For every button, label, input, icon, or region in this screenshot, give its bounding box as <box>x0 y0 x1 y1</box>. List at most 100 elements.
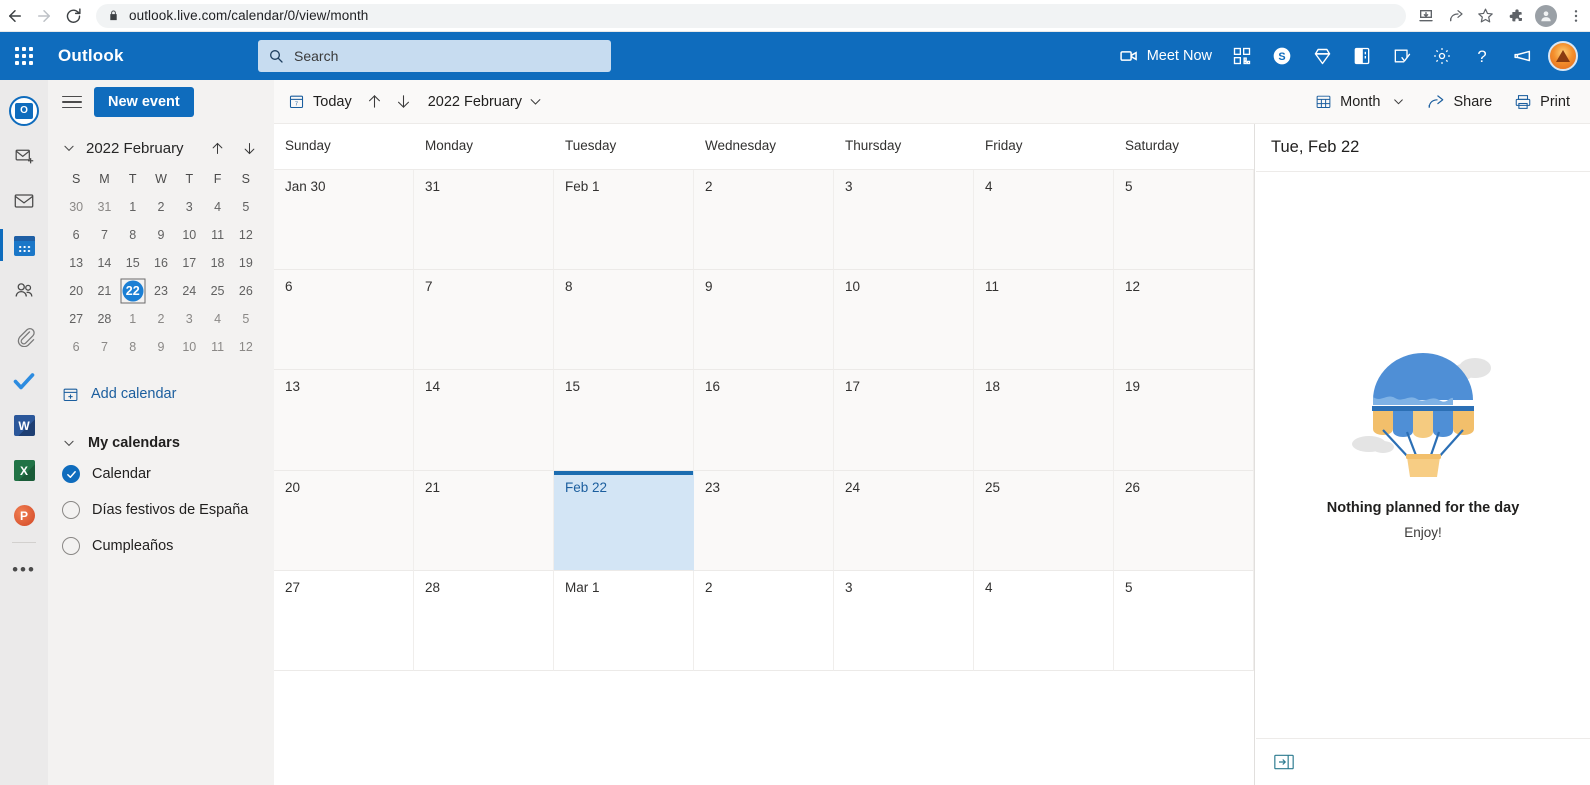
diamond-premium-icon[interactable] <box>1302 32 1342 80</box>
profile-avatar-icon[interactable] <box>1532 2 1560 30</box>
day-cell[interactable]: 15 <box>554 370 694 471</box>
chevron-down-icon[interactable] <box>62 141 76 155</box>
day-cell[interactable]: 27 <box>274 570 414 671</box>
day-cell[interactable]: 17 <box>834 370 974 471</box>
skype-icon[interactable]: S <box>1262 32 1302 80</box>
hamburger-menu-icon[interactable] <box>62 95 82 109</box>
calendar-list-item[interactable]: Calendar <box>48 456 274 492</box>
mini-calendar-day[interactable]: 5 <box>232 196 260 218</box>
day-cell[interactable]: 12 <box>1114 270 1254 371</box>
mini-calendar-day[interactable]: 3 <box>175 308 203 330</box>
bookmark-star-icon[interactable] <box>1472 2 1500 30</box>
mini-calendar-day[interactable]: 28 <box>90 308 118 330</box>
mini-calendar-day[interactable]: 10 <box>175 224 203 246</box>
mini-calendar-day[interactable]: 24 <box>175 280 203 302</box>
mini-calendar-day[interactable]: 4 <box>203 196 231 218</box>
mini-calendar-day[interactable]: 8 <box>119 224 147 246</box>
mini-calendar-day[interactable]: 15 <box>119 252 147 274</box>
day-cell[interactable]: 4 <box>974 570 1114 671</box>
sidebar-item-outlook-logo[interactable]: O <box>0 88 48 133</box>
mini-calendar-day[interactable]: 31 <box>90 196 118 218</box>
day-cell[interactable]: 3 <box>834 570 974 671</box>
collapse-pane-icon[interactable] <box>1274 754 1294 770</box>
onenote-icon[interactable] <box>1342 32 1382 80</box>
day-cell[interactable]: 13 <box>274 370 414 471</box>
day-cell[interactable]: 20 <box>274 470 414 571</box>
account-avatar[interactable] <box>1548 41 1578 71</box>
checkbox-unchecked-icon[interactable] <box>62 501 80 519</box>
mini-calendar-day[interactable]: 7 <box>90 224 118 246</box>
to-do-icon[interactable] <box>1382 32 1422 80</box>
day-cell[interactable]: Mar 1 <box>554 570 694 671</box>
settings-gear-icon[interactable] <box>1422 32 1462 80</box>
day-cell[interactable]: 6 <box>274 270 414 371</box>
search-input[interactable] <box>294 48 601 64</box>
extensions-puzzle-icon[interactable] <box>1502 2 1530 30</box>
mini-calendar-day[interactable]: 1 <box>119 196 147 218</box>
mini-calendar-day[interactable]: 7 <box>90 336 118 358</box>
day-cell[interactable]: 16 <box>694 370 834 471</box>
day-cell-selected[interactable]: Feb 22 <box>554 470 694 571</box>
mini-calendar-day[interactable]: 12 <box>232 224 260 246</box>
calendar-list-item[interactable]: Días festivos de España <box>48 492 274 528</box>
mini-calendar-day[interactable]: 18 <box>203 252 231 274</box>
mini-calendar-day[interactable]: 27 <box>62 308 90 330</box>
mini-prev-month-icon[interactable] <box>206 141 228 156</box>
sidebar-item-word[interactable]: W <box>0 403 48 448</box>
day-cell[interactable]: 9 <box>694 270 834 371</box>
mini-calendar-day[interactable]: 6 <box>62 224 90 246</box>
mini-next-month-icon[interactable] <box>238 141 260 156</box>
checkbox-checked-icon[interactable] <box>62 465 80 483</box>
sidebar-item-more-apps[interactable]: ••• <box>0 547 48 592</box>
mini-calendar-day[interactable]: 14 <box>90 252 118 274</box>
mini-calendar-day[interactable]: 11 <box>203 224 231 246</box>
day-cell[interactable]: 21 <box>414 470 554 571</box>
day-cell[interactable]: 19 <box>1114 370 1254 471</box>
day-cell[interactable]: 28 <box>414 570 554 671</box>
print-button[interactable]: Print <box>1506 86 1578 118</box>
download-icon[interactable] <box>1412 2 1440 30</box>
search-box[interactable] <box>258 40 611 72</box>
mini-calendar-day[interactable]: 6 <box>62 336 90 358</box>
day-cell[interactable]: 31 <box>414 170 554 271</box>
mini-calendar-day[interactable]: 12 <box>232 336 260 358</box>
browser-menu-icon[interactable] <box>1562 2 1590 30</box>
sidebar-item-mail[interactable] <box>0 178 48 223</box>
mini-calendar-day[interactable]: 10 <box>175 336 203 358</box>
mini-calendar-day[interactable]: 21 <box>90 280 118 302</box>
feedback-megaphone-icon[interactable] <box>1502 32 1542 80</box>
share-button[interactable]: Share <box>1419 86 1500 118</box>
sidebar-item-to-do[interactable] <box>0 358 48 403</box>
sidebar-item-files[interactable] <box>0 313 48 358</box>
mini-calendar-day[interactable]: 11 <box>203 336 231 358</box>
qr-code-icon[interactable] <box>1222 32 1262 80</box>
add-calendar-button[interactable]: Add calendar <box>48 380 274 408</box>
mini-calendar-day[interactable]: 13 <box>62 252 90 274</box>
mini-calendar-day[interactable]: 8 <box>119 336 147 358</box>
sidebar-item-people[interactable] <box>0 268 48 313</box>
new-event-button[interactable]: New event <box>94 87 194 117</box>
app-launcher-icon[interactable] <box>0 32 48 80</box>
my-calendars-section[interactable]: My calendars <box>48 430 274 456</box>
day-cell[interactable]: 2 <box>694 570 834 671</box>
previous-period-icon[interactable] <box>360 93 389 110</box>
mini-calendar-day[interactable]: 2 <box>147 196 175 218</box>
mini-calendar-day[interactable]: 2 <box>147 308 175 330</box>
reload-icon[interactable] <box>59 0 88 32</box>
day-cell[interactable]: 7 <box>414 270 554 371</box>
mini-calendar-day[interactable]: 4 <box>203 308 231 330</box>
share-icon[interactable] <box>1442 2 1470 30</box>
view-selector-button[interactable]: Month <box>1307 86 1413 118</box>
checkbox-unchecked-icon[interactable] <box>62 537 80 555</box>
today-button[interactable]: 7 Today <box>280 86 360 118</box>
period-dropdown-icon[interactable] <box>522 94 549 109</box>
day-cell[interactable]: 14 <box>414 370 554 471</box>
mini-calendar-day[interactable]: 20 <box>62 280 90 302</box>
day-cell[interactable]: 23 <box>694 470 834 571</box>
sidebar-item-powerpoint[interactable]: P <box>0 493 48 538</box>
day-cell[interactable]: Jan 30 <box>274 170 414 271</box>
mini-calendar-day[interactable]: 9 <box>147 224 175 246</box>
address-bar[interactable]: outlook.live.com/calendar/0/view/month <box>95 3 1406 28</box>
mini-calendar-day[interactable]: 22 <box>119 278 147 304</box>
day-cell[interactable]: 4 <box>974 170 1114 271</box>
